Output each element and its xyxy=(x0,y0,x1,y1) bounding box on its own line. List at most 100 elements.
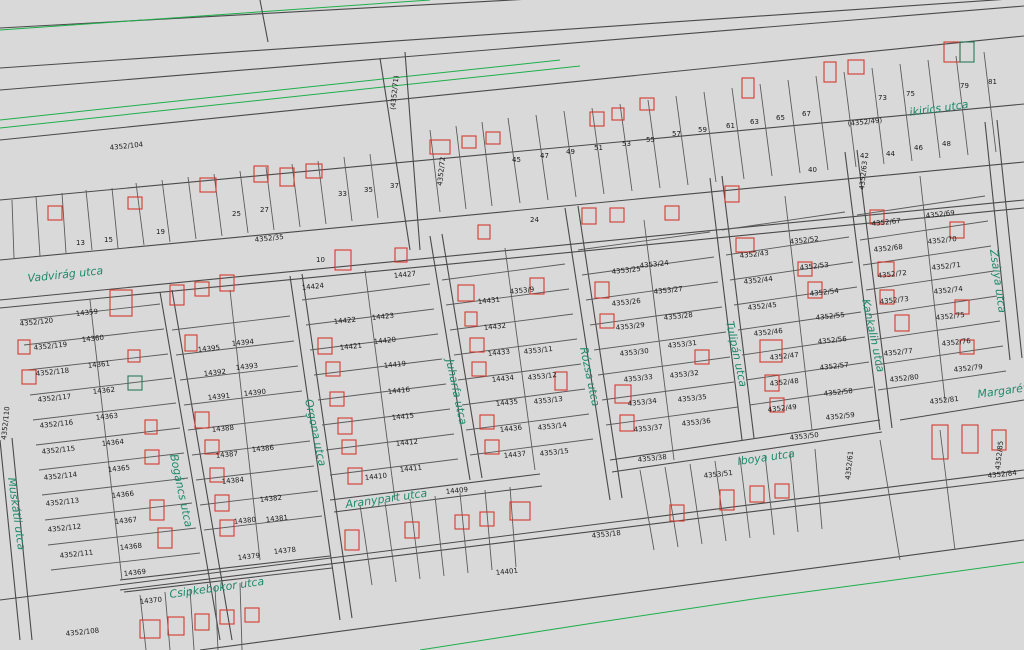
house-number: 40 xyxy=(808,166,817,174)
south-road xyxy=(119,477,1024,591)
building xyxy=(469,337,485,353)
building xyxy=(477,224,491,240)
street-label-rozsa: Rózsa utca xyxy=(577,346,602,408)
parcel-number: 4353/32 xyxy=(669,369,699,380)
parcel-number: 14368 xyxy=(119,542,142,552)
parcel-number: 14386 xyxy=(251,444,275,454)
lot-line xyxy=(453,338,578,356)
lot-line xyxy=(455,125,467,210)
parcel-number: 4352/71 xyxy=(931,261,961,272)
street-label-csipkebokor: Csipkebokor utca xyxy=(169,575,266,601)
lot-line xyxy=(213,173,223,237)
building xyxy=(184,334,198,352)
house-number: 33 xyxy=(338,190,347,198)
street-label-kankalin: Kankalin utca xyxy=(859,298,887,374)
parcel-number: 4353/13 xyxy=(533,395,563,406)
road-edge xyxy=(0,0,1003,69)
parcel-number: 14415 xyxy=(391,412,414,422)
parcel-number: 4353/15 xyxy=(539,447,569,458)
street-juharfa xyxy=(429,235,471,481)
house-number: 67 xyxy=(802,110,811,118)
parcel-number: 4352/85 xyxy=(994,440,1005,470)
cadastral-map[interactable]: Vadvirág utca Bogáncs utca Orgona utca J… xyxy=(0,0,1024,650)
building xyxy=(554,371,568,391)
lot-line xyxy=(689,463,703,545)
parcel-number: 4353/50 xyxy=(789,431,819,442)
lot-line xyxy=(359,504,373,586)
parcel-number: 14424 xyxy=(301,282,325,292)
parcel-number: 4353/35 xyxy=(677,393,707,404)
parcel-number: 14364 xyxy=(101,438,125,448)
lot-line xyxy=(675,95,689,186)
parcel-number: 14432 xyxy=(483,322,506,332)
house-number: 19 xyxy=(156,228,165,236)
building xyxy=(959,41,975,63)
building xyxy=(337,417,353,435)
parcel-number: 4352/75 xyxy=(935,311,965,322)
street-label-juharfa: Juharfa utca xyxy=(443,356,470,426)
house-number: 65 xyxy=(776,114,785,122)
parcel-number: 4352/114 xyxy=(43,470,78,482)
parcel-number: 4352/73 xyxy=(879,295,909,306)
parcel-number: 14412 xyxy=(395,438,418,448)
building xyxy=(17,339,31,355)
parcel-number: 14395 xyxy=(197,344,220,354)
green-line xyxy=(0,59,561,121)
parcel-number: 4353/29 xyxy=(615,321,645,332)
building xyxy=(639,97,655,111)
parcel-number: 4352/68 xyxy=(873,243,903,254)
lot-line xyxy=(759,83,773,177)
parcel-number: 4353/14 xyxy=(537,421,567,432)
building xyxy=(581,207,597,225)
parcel-number: 14421 xyxy=(339,342,362,352)
road-edge xyxy=(0,5,1024,91)
parcel-number: 14387 xyxy=(215,450,238,460)
house-number: 47 xyxy=(540,152,549,160)
lot-line xyxy=(239,170,249,234)
house-number: 48 xyxy=(942,140,951,148)
building xyxy=(109,289,133,317)
building xyxy=(127,196,143,210)
lot-line xyxy=(11,199,15,259)
lot-line xyxy=(203,515,323,531)
buildings xyxy=(17,41,1007,639)
parcel-number: 14433 xyxy=(487,348,510,358)
parcel-number: 14369 xyxy=(123,568,146,578)
house-number: 63 xyxy=(750,118,759,126)
parcel-number: 14370 xyxy=(139,596,162,606)
parcel-number: 14384 xyxy=(221,476,245,486)
house-number: 10 xyxy=(316,256,325,264)
lot-line xyxy=(239,582,243,650)
lot-line xyxy=(61,192,67,254)
building xyxy=(894,314,910,332)
parcel-number: 14360 xyxy=(81,334,104,344)
parcel-number: 14361 xyxy=(87,360,110,370)
parcel-number: 14420 xyxy=(373,336,396,346)
street-zsalya xyxy=(984,121,1011,361)
building xyxy=(847,59,865,75)
parcel-number: 4353/11 xyxy=(523,345,553,356)
parcel-number: 14409 xyxy=(445,486,468,496)
lot-line xyxy=(879,439,901,561)
building xyxy=(599,313,615,329)
lot-line xyxy=(784,195,813,431)
house-number: 53 xyxy=(622,140,631,148)
street-label-kikirics: ikirics utca xyxy=(909,98,970,119)
parcel-number: 14365 xyxy=(107,464,130,474)
parcel-number: 4352/72 xyxy=(436,156,447,186)
parcel-number: 14431 xyxy=(477,296,500,306)
parcel-number: 4352/59 xyxy=(825,411,855,422)
building xyxy=(167,616,185,636)
parcel-number: 14366 xyxy=(111,490,135,500)
parcel-number: 14401 xyxy=(495,567,518,577)
house-number: 81 xyxy=(988,78,997,86)
parcel-number: 4352/79 xyxy=(953,363,983,374)
building xyxy=(404,521,420,539)
parcel-number: 4352/108 xyxy=(65,627,99,638)
lot-line xyxy=(325,433,455,451)
lot-line xyxy=(187,176,197,240)
parcel-number: 14393 xyxy=(235,362,258,372)
margareta-road xyxy=(899,399,1024,421)
parcel-number: 4352/61 xyxy=(844,450,855,480)
parcel-number: 4353/33 xyxy=(623,373,653,384)
